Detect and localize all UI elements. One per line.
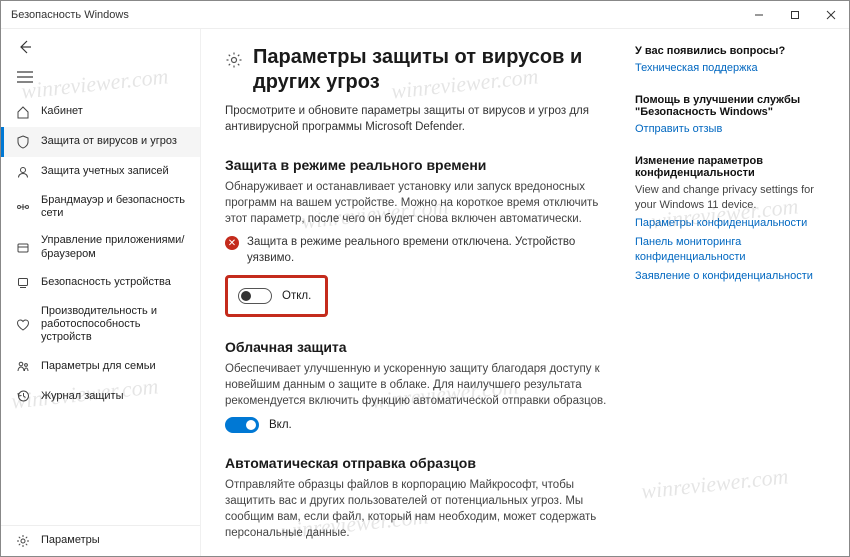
sidebar-item-label: Кабинет: [41, 105, 83, 118]
aside-feedback: Помощь в улучшении службы "Безопасность …: [635, 94, 825, 137]
history-icon: [15, 388, 31, 404]
feedback-link[interactable]: Отправить отзыв: [635, 122, 825, 137]
section-description: Обнаруживает и останавливает установку и…: [225, 179, 607, 227]
realtime-protection-toggle[interactable]: [238, 288, 272, 304]
sidebar-item-label: Защита от вирусов и угроз: [41, 135, 177, 148]
sidebar-item-app-browser[interactable]: Управление приложениями/браузером: [1, 227, 200, 267]
aside-questions: У вас появились вопросы? Техническая под…: [635, 45, 825, 76]
sidebar-item-virus-protection[interactable]: Защита от вирусов и угроз: [1, 127, 200, 157]
window-title: Безопасность Windows: [11, 9, 129, 21]
home-icon: [15, 104, 31, 120]
privacy-statement-link[interactable]: Заявление о конфиденциальности: [635, 269, 825, 284]
health-icon: [15, 317, 31, 333]
section-title: Защита в режиме реального времени: [225, 157, 607, 173]
sidebar-settings[interactable]: Параметры: [1, 526, 200, 556]
sidebar-item-label: Производительность и работоспособность у…: [41, 305, 190, 345]
section-title: Автоматическая отправка образцов: [225, 455, 607, 471]
section-title: Облачная защита: [225, 339, 607, 355]
sidebar-item-label: Параметры для семьи: [41, 360, 156, 373]
aside-title: Помощь в улучшении службы "Безопасность …: [635, 94, 825, 118]
content-column: Параметры защиты от вирусов и других угр…: [225, 45, 607, 556]
shield-icon: [15, 134, 31, 150]
sidebar-item-label: Защита учетных записей: [41, 165, 169, 178]
sidebar-item-protection-history[interactable]: Журнал защиты: [1, 381, 200, 411]
back-button[interactable]: [15, 37, 35, 57]
page-description: Просмотрите и обновите параметры защиты …: [225, 103, 607, 135]
support-link[interactable]: Техническая поддержка: [635, 61, 825, 76]
sidebar-item-family-options[interactable]: Параметры для семьи: [1, 351, 200, 381]
family-icon: [15, 358, 31, 374]
toggle-state-label: Вкл.: [269, 419, 292, 431]
page-title: Параметры защиты от вирусов и других угр…: [253, 45, 607, 95]
section-realtime-protection: Защита в режиме реального времени Обнару…: [225, 157, 607, 316]
gear-icon: [225, 51, 243, 72]
minimize-button[interactable]: [741, 1, 777, 28]
sidebar-item-device-performance[interactable]: Производительность и работоспособность у…: [1, 298, 200, 352]
sidebar: Кабинет Защита от вирусов и угроз Защита…: [1, 29, 201, 556]
section-description: Отправляйте образцы файлов в корпорацию …: [225, 477, 607, 541]
app-window: Безопасность Windows: [0, 0, 850, 557]
aside-column: У вас появились вопросы? Техническая под…: [635, 45, 825, 556]
sidebar-item-label: Управление приложениями/браузером: [41, 234, 190, 260]
sidebar-item-label: Безопасность устройства: [41, 276, 171, 289]
cloud-protection-toggle[interactable]: [225, 417, 259, 433]
privacy-dashboard-link[interactable]: Панель мониторинга конфиденциальности: [635, 235, 825, 265]
title-bar: Безопасность Windows: [1, 1, 849, 29]
close-button[interactable]: [813, 1, 849, 28]
realtime-toggle-highlight: Откл.: [225, 275, 328, 317]
sidebar-item-label: Параметры: [41, 534, 100, 547]
error-icon: ✕: [225, 236, 239, 250]
sidebar-nav: Кабинет Защита от вирусов и угроз Защита…: [1, 97, 200, 525]
app-body: Кабинет Защита от вирусов и угроз Защита…: [1, 29, 849, 556]
aside-title: У вас появились вопросы?: [635, 45, 825, 57]
hamburger-menu-button[interactable]: [15, 67, 35, 87]
sidebar-item-device-security[interactable]: Безопасность устройства: [1, 268, 200, 298]
aside-privacy: Изменение параметров конфиденциальности …: [635, 155, 825, 284]
device-icon: [15, 275, 31, 291]
gear-icon: [15, 533, 31, 549]
sidebar-item-home[interactable]: Кабинет: [1, 97, 200, 127]
window-controls: [741, 1, 849, 28]
aside-text: View and change privacy settings for you…: [635, 183, 825, 213]
sidebar-item-firewall[interactable]: Брандмауэр и безопасность сети: [1, 187, 200, 227]
main-content[interactable]: Параметры защиты от вирусов и других угр…: [201, 29, 849, 556]
maximize-button[interactable]: [777, 1, 813, 28]
section-sample-submission: Автоматическая отправка образцов Отправл…: [225, 455, 607, 541]
warning-text: Защита в режиме реального времени отключ…: [247, 235, 607, 266]
page-header: Параметры защиты от вирусов и других угр…: [225, 45, 607, 95]
aside-title: Изменение параметров конфиденциальности: [635, 155, 825, 179]
toggle-state-label: Откл.: [282, 290, 311, 302]
sidebar-item-label: Брандмауэр и безопасность сети: [41, 194, 190, 220]
person-icon: [15, 164, 31, 180]
section-description: Обеспечивает улучшенную и ускоренную защ…: [225, 361, 607, 409]
warning-message: ✕ Защита в режиме реального времени откл…: [225, 235, 607, 266]
app-browser-icon: [15, 240, 31, 256]
section-cloud-protection: Облачная защита Обеспечивает улучшенную …: [225, 339, 607, 433]
sidebar-item-account-protection[interactable]: Защита учетных записей: [1, 157, 200, 187]
firewall-icon: [15, 199, 31, 215]
privacy-settings-link[interactable]: Параметры конфиденциальности: [635, 216, 825, 231]
sidebar-item-label: Журнал защиты: [41, 390, 124, 403]
